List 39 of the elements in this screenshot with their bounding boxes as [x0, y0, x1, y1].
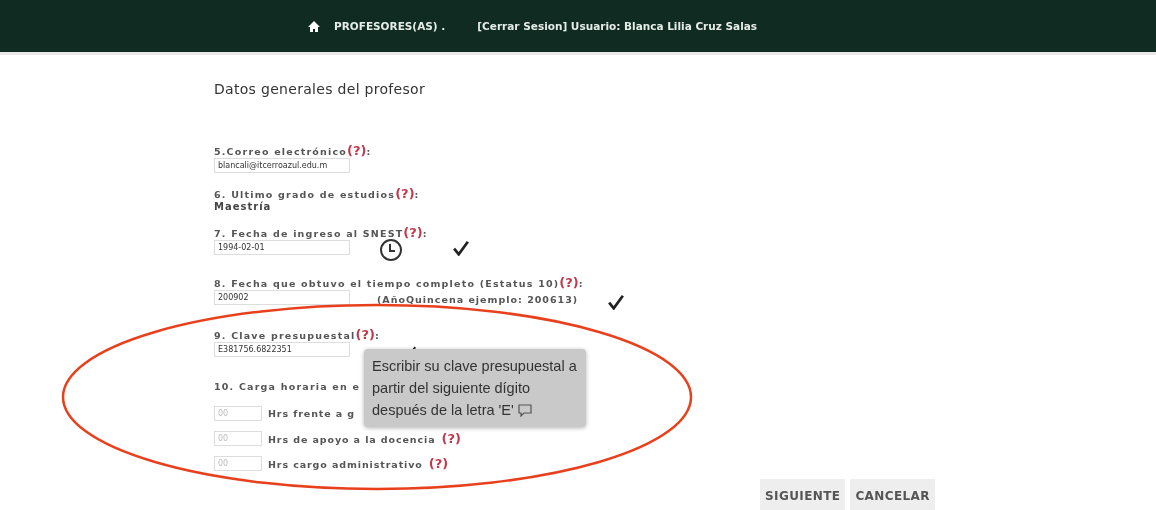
help-link[interactable]: (?) — [347, 143, 367, 158]
field-label: Hrs cargo administrativo — [268, 459, 423, 470]
field-label: 7. Fecha de ingreso al SNEST — [214, 228, 404, 239]
date-field[interactable]: 1994-02-01 — [214, 240, 350, 255]
help-link[interactable]: (?) — [403, 225, 423, 240]
hours-field[interactable]: 00 — [214, 406, 262, 421]
home-icon[interactable] — [308, 20, 320, 32]
label-colon: : — [374, 330, 380, 341]
nav-link[interactable]: [Cerrar Sesion] Usuario: Blanca Lilia Cruz Salas — [477, 20, 758, 32]
hours-field[interactable]: 00 — [214, 431, 262, 446]
clock-icon[interactable] — [379, 238, 403, 262]
text-field[interactable]: 200902 — [214, 290, 350, 305]
text-field[interactable]: E381756.6822351 — [214, 342, 350, 357]
help-link[interactable]: (?) — [559, 275, 579, 290]
nav-link[interactable]: PROFESORES(AS) . — [334, 20, 446, 32]
help-link[interactable]: (?) — [441, 431, 461, 446]
hours-field[interactable]: 00 — [214, 456, 262, 471]
field-label: Hrs frente a g — [268, 408, 356, 419]
field-label: 5.Correo electrónico — [214, 146, 348, 157]
format-hint: (AñoQuincena ejemplo: 200613) — [377, 294, 579, 305]
field-label: 9. Clave presupuestal — [214, 330, 356, 341]
field-value: Maestría — [214, 201, 273, 212]
help-link[interactable]: (?) — [428, 456, 449, 471]
help-link[interactable]: (?) — [355, 327, 375, 342]
field-label: 8. Fecha que obtuvo el tiempo completo (Estatus 10) — [214, 278, 560, 289]
label-colon: : — [578, 278, 584, 289]
label-colon: : — [422, 228, 428, 239]
field-label: 6. Ultimo grado de estudios — [214, 189, 396, 200]
label-colon: : — [366, 146, 372, 157]
text-field[interactable]: blancali@itcerroazul.edu.m — [214, 158, 350, 173]
speech-bubble-icon — [517, 404, 532, 417]
field-label: Hrs de apoyo a la docencia — [268, 434, 436, 445]
form-button[interactable]: CANCELAR — [850, 479, 935, 510]
field-label: 10. Carga horaria en e — [214, 381, 361, 392]
page-title: Datos generales del profesor — [214, 81, 427, 97]
tooltip: Escribir su clave presupuestal a partir del siguiente dígito después de la letra 'E' — [364, 349, 586, 427]
label-colon: : — [414, 189, 420, 200]
form-button[interactable]: SIGUIENTE — [760, 479, 846, 510]
help-link[interactable]: (?) — [395, 186, 415, 201]
